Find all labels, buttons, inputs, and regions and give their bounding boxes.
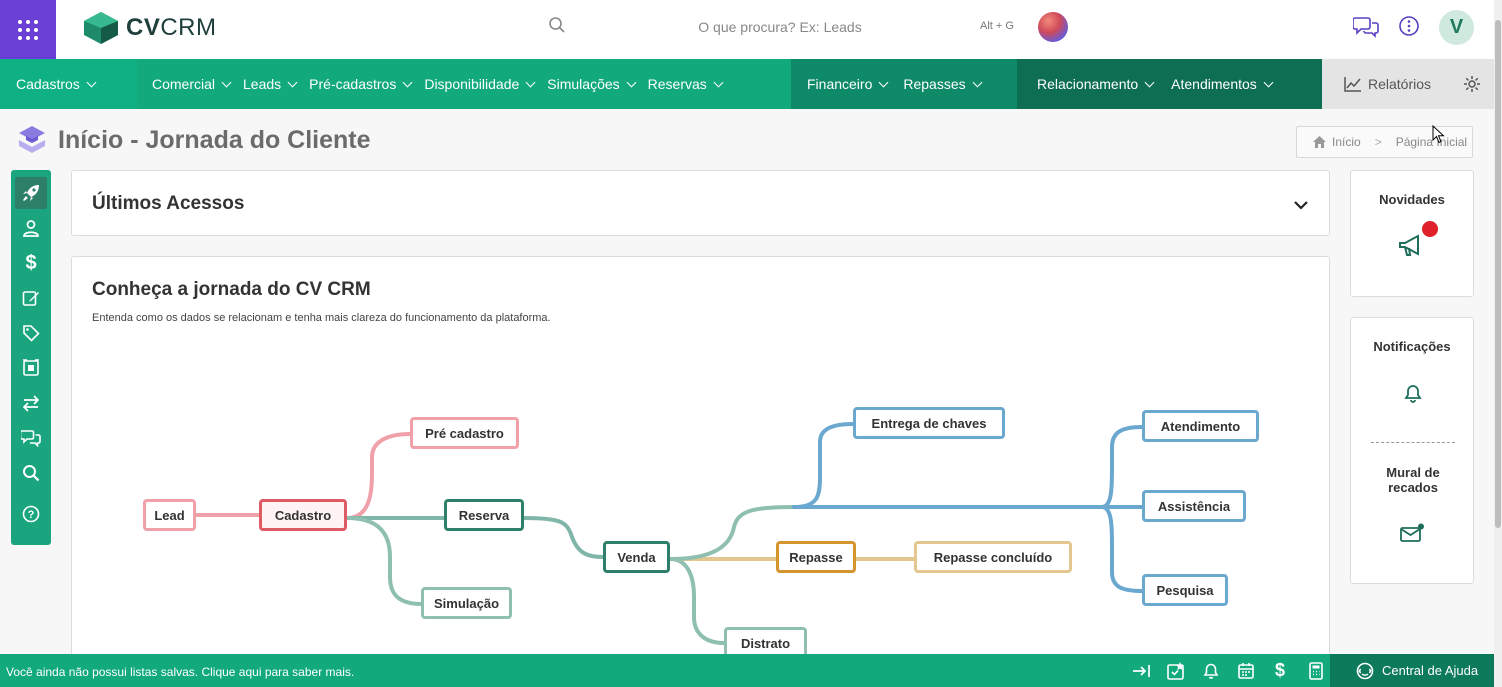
collapse-right-icon[interactable]	[1132, 662, 1152, 680]
nav-cadastros[interactable]: Cadastros	[16, 76, 97, 92]
nav-financeiro[interactable]: Financeiro	[807, 76, 889, 92]
edit-icon	[22, 291, 39, 306]
journey-card: Conheça a jornada do CV CRM Entenda como…	[71, 256, 1330, 676]
tag-icon	[23, 325, 40, 342]
rocket-icon	[23, 185, 39, 201]
node-reserva[interactable]: Reserva	[444, 499, 524, 531]
nav-simulacoes[interactable]: Simulações	[547, 76, 637, 92]
help-icon: ?	[22, 505, 40, 523]
rail-leads[interactable]	[15, 212, 47, 244]
chat-icon	[21, 430, 41, 447]
node-venda[interactable]: Venda	[603, 541, 670, 573]
scrollbar-thumb[interactable]	[1495, 20, 1501, 528]
nav-disponibilidade[interactable]: Disponibilidade	[424, 76, 536, 92]
node-repasse[interactable]: Repasse	[776, 541, 856, 573]
node-repasse-concluido[interactable]: Repasse concluído	[914, 541, 1072, 573]
calendar-star-icon[interactable]	[1166, 662, 1186, 680]
journey-connectors	[194, 422, 1144, 645]
help-center-label: Central de Ajuda	[1382, 663, 1479, 678]
rail-financeiro[interactable]: $	[15, 247, 47, 279]
search-input[interactable]	[600, 14, 960, 40]
node-cadastro[interactable]: Cadastro	[259, 499, 347, 531]
node-pre-cadastro[interactable]: Pré cadastro	[410, 417, 519, 449]
user-icon	[23, 220, 39, 237]
bell-icon[interactable]	[1202, 662, 1220, 680]
rail-tags[interactable]	[15, 317, 47, 349]
notifications-card: Notificações Mural de recados	[1350, 317, 1474, 584]
search-shortcut: Alt + G	[980, 20, 1014, 32]
chevron-down-icon[interactable]	[1293, 199, 1309, 211]
logo-text-bold: CV	[126, 14, 161, 41]
rail-messages[interactable]	[15, 422, 47, 454]
recent-access-card[interactable]: Últimos Acessos	[71, 170, 1330, 236]
rail-edit[interactable]	[15, 282, 47, 314]
nav-relacionamento[interactable]: Relacionamento	[1037, 76, 1155, 92]
node-pesquisa[interactable]: Pesquisa	[1142, 574, 1228, 606]
rail-help[interactable]: ?	[15, 498, 47, 530]
mouse-cursor-icon	[1432, 125, 1445, 144]
nav-relatorios[interactable]: Relatórios	[1368, 76, 1431, 92]
calendar-icon[interactable]	[1237, 662, 1255, 680]
svg-text:?: ?	[28, 509, 35, 521]
bell-icon[interactable]	[1402, 382, 1424, 404]
rail-journey[interactable]	[15, 177, 47, 209]
footer-bar: Você ainda não possui listas salvas. Cli…	[0, 654, 1494, 687]
home-icon[interactable]	[1313, 136, 1326, 148]
rail-search[interactable]	[15, 457, 47, 489]
breadcrumb: Início > Página Inicial	[1296, 126, 1473, 158]
unit-icon	[23, 359, 39, 376]
page-header: Início - Jornada do Cliente	[16, 124, 371, 156]
novidades-title: Novidades	[1379, 192, 1445, 207]
nav-reservas[interactable]: Reservas	[648, 76, 724, 92]
page-title: Início - Jornada do Cliente	[58, 125, 371, 154]
node-simulacao[interactable]: Simulação	[421, 587, 512, 619]
ai-assistant-orb[interactable]	[1038, 12, 1068, 42]
left-rail: $ ?	[11, 170, 51, 545]
nav-leads[interactable]: Leads	[243, 76, 298, 92]
nav-comercial[interactable]: Comercial	[152, 76, 232, 92]
main-nav: Cadastros Comercial Leads Pré-cadastros …	[0, 59, 1494, 109]
node-assistencia[interactable]: Assistência	[1142, 490, 1246, 522]
top-bar: CVCRM Alt + G V	[0, 0, 1494, 59]
recent-access-title: Últimos Acessos	[92, 193, 245, 214]
search-icon	[23, 465, 40, 482]
breadcrumb-home[interactable]: Início	[1332, 135, 1361, 149]
novidades-card[interactable]: Novidades	[1350, 170, 1474, 297]
journey-icon	[19, 126, 45, 153]
nav-pre-cadastros[interactable]: Pré-cadastros	[309, 76, 413, 92]
logo-icon	[84, 12, 118, 44]
search-icon[interactable]	[548, 16, 566, 34]
apps-menu-button[interactable]	[0, 0, 56, 59]
support-chat-icon	[1356, 662, 1374, 679]
calculator-icon[interactable]	[1307, 662, 1325, 680]
more-options-icon[interactable]	[1398, 15, 1420, 37]
node-lead[interactable]: Lead	[143, 499, 196, 531]
rail-transfers[interactable]	[15, 387, 47, 419]
notification-dot	[1422, 221, 1438, 237]
cvcrm-logo[interactable]: CVCRM	[84, 12, 217, 44]
mail-icon[interactable]	[1399, 523, 1425, 543]
help-center-button[interactable]: Central de Ajuda	[1330, 654, 1494, 687]
page-scrollbar[interactable]	[1494, 0, 1502, 687]
user-avatar[interactable]: V	[1439, 10, 1474, 45]
node-atendimento[interactable]: Atendimento	[1142, 410, 1259, 442]
breadcrumb-separator: >	[1374, 135, 1382, 149]
rail-units[interactable]	[15, 352, 47, 384]
swap-icon	[22, 395, 40, 412]
node-entrega-chaves[interactable]: Entrega de chaves	[853, 407, 1005, 439]
chat-icon[interactable]	[1353, 15, 1379, 39]
gear-icon[interactable]	[1463, 75, 1481, 93]
grid-icon	[18, 19, 38, 40]
dollar-icon[interactable]: $	[1275, 660, 1285, 681]
notificacoes-title: Notificações	[1373, 339, 1451, 354]
nav-atendimentos[interactable]: Atendimentos	[1171, 76, 1274, 92]
megaphone-icon[interactable]	[1398, 233, 1428, 259]
mural-title[interactable]: Mural de recados	[1361, 465, 1465, 495]
chart-icon	[1344, 77, 1361, 92]
divider	[1371, 442, 1455, 443]
dollar-icon: $	[25, 251, 37, 274]
logo-text: CRM	[160, 14, 217, 41]
nav-repasses[interactable]: Repasses	[903, 76, 983, 92]
saved-lists-message[interactable]: Você ainda não possui listas salvas. Cli…	[6, 665, 354, 679]
